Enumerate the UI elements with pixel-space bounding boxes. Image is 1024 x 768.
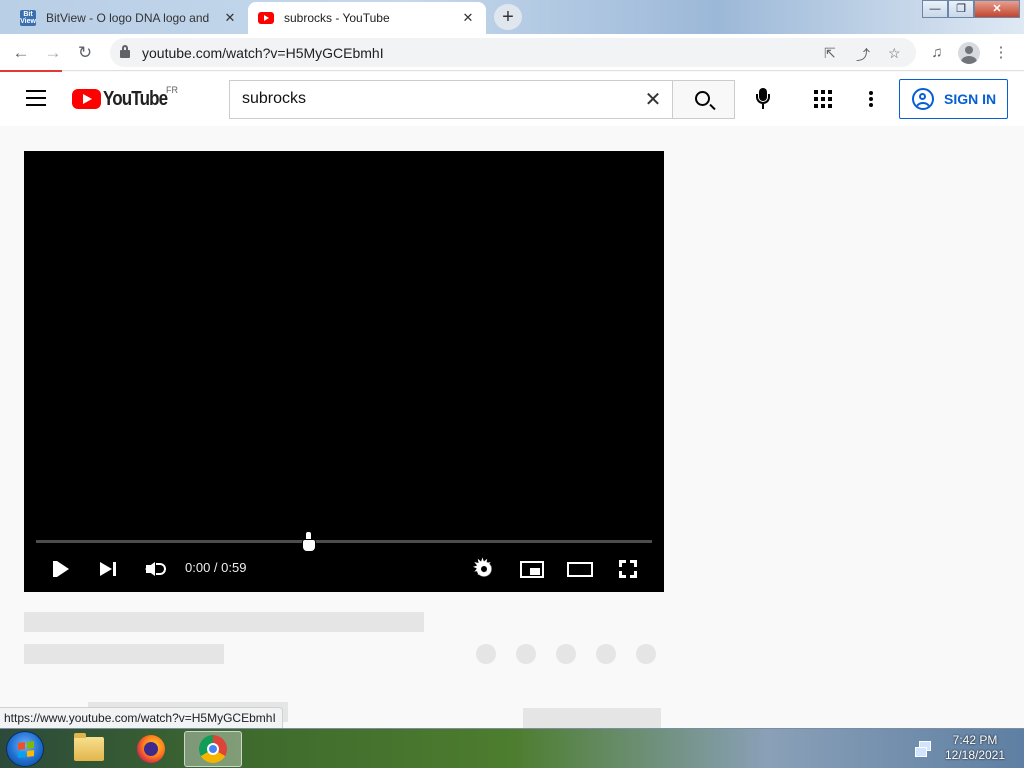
video-progress-bar[interactable] [36, 540, 652, 543]
settings-menu-icon[interactable] [866, 89, 876, 109]
tab-youtube[interactable]: subrocks - YouTube ✕ [248, 2, 486, 34]
close-tab-icon[interactable]: ✕ [222, 10, 238, 26]
search-input[interactable] [242, 90, 632, 108]
share-icon[interactable]: ⤴ [856, 45, 870, 65]
windows-logo-icon [18, 741, 34, 758]
action-skeleton [596, 644, 616, 664]
network-icon[interactable] [914, 739, 932, 757]
open-in-app-icon[interactable]: ⇱ [824, 45, 836, 62]
restore-button[interactable]: ❐ [948, 0, 974, 18]
search-box: ✕ [229, 80, 672, 119]
forward-arrow-icon[interactable]: → [40, 40, 66, 66]
folder-icon [74, 733, 104, 761]
taskbar-firefox[interactable] [122, 731, 180, 767]
browser-toolbar: ← → ↻ youtube.com/watch?v=H5MyGCEbmhI ⇱ … [0, 34, 1024, 71]
bitview-favicon: Bit View [20, 10, 36, 26]
start-button[interactable] [6, 731, 44, 767]
account-icon [912, 88, 934, 110]
lock-icon[interactable] [120, 45, 130, 58]
bookmark-star-icon[interactable]: ☆ [888, 45, 901, 62]
youtube-masthead: YouTube FR ✕ SIGN IN [0, 72, 1024, 126]
reload-icon[interactable]: ↻ [72, 40, 98, 66]
miniplayer-icon[interactable] [518, 555, 546, 583]
link-status-bubble: https://www.youtube.com/watch?v=H5MyGCEb… [0, 707, 283, 728]
theater-mode-icon[interactable] [566, 555, 594, 583]
media-queue-icon[interactable]: ♫ [924, 40, 950, 66]
metadata-skeleton [24, 644, 224, 664]
close-tab-icon[interactable]: ✕ [460, 10, 476, 26]
youtube-favicon [258, 10, 274, 26]
window-controls: — ❐ ✕ [922, 0, 1020, 20]
tab-title: BitView - O logo DNA logo and [46, 11, 210, 25]
youtube-play-icon [72, 89, 101, 109]
action-skeleton [476, 644, 496, 664]
tab-title: subrocks - YouTube [284, 11, 390, 25]
search-button[interactable] [672, 80, 735, 119]
browser-tab-strip: Bit View BitView - O logo DNA logo and ✕… [0, 0, 1024, 34]
clock-date: 12/18/2021 [944, 748, 1006, 762]
close-window-button[interactable]: ✕ [974, 0, 1020, 18]
hamburger-menu-icon[interactable] [26, 90, 46, 106]
country-code: FR [166, 85, 178, 95]
next-video-icon[interactable] [94, 555, 122, 583]
windows-taskbar: 7:42 PM 12/18/2021 [0, 728, 1024, 768]
subscribe-skeleton [523, 708, 661, 728]
profile-avatar[interactable] [956, 40, 982, 66]
search-icon [695, 91, 710, 106]
system-clock[interactable]: 7:42 PM 12/18/2021 [940, 733, 1010, 763]
new-tab-button[interactable]: + [494, 4, 522, 30]
tab-bitview[interactable]: Bit View BitView - O logo DNA logo and ✕ [10, 2, 248, 34]
clock-time: 7:42 PM [952, 733, 998, 747]
fullscreen-icon[interactable] [614, 555, 642, 583]
youtube-wordmark: YouTube [103, 87, 168, 110]
time-display: 0:00 / 0:59 [185, 560, 247, 575]
hand-cursor-icon [302, 531, 316, 552]
taskbar-explorer[interactable] [60, 731, 118, 767]
play-icon[interactable] [48, 555, 76, 583]
action-skeleton [516, 644, 536, 664]
microphone-icon[interactable] [750, 86, 776, 112]
action-skeleton [636, 644, 656, 664]
sign-in-button[interactable]: SIGN IN [899, 79, 1008, 119]
address-url[interactable]: youtube.com/watch?v=H5MyGCEbmhI [142, 45, 384, 61]
chrome-icon [199, 735, 227, 763]
clear-search-icon[interactable]: ✕ [640, 87, 666, 113]
volume-icon[interactable] [142, 555, 170, 583]
youtube-logo[interactable]: YouTube [72, 87, 179, 111]
video-player[interactable]: 0:00 / 0:59 [24, 151, 664, 592]
sign-in-label: SIGN IN [944, 91, 997, 107]
browser-menu-icon[interactable]: ⋮ [988, 40, 1014, 66]
firefox-icon [137, 735, 165, 763]
address-bar[interactable]: youtube.com/watch?v=H5MyGCEbmhI ⇱ ⤴ ☆ [110, 38, 916, 67]
title-skeleton [24, 612, 424, 632]
apps-grid-icon[interactable] [814, 90, 832, 108]
player-controls: 0:00 / 0:59 [24, 551, 664, 587]
action-skeleton [556, 644, 576, 664]
back-arrow-icon[interactable]: ← [8, 40, 34, 66]
minimize-button[interactable]: — [922, 0, 948, 18]
settings-gear-icon[interactable] [470, 554, 498, 583]
taskbar-chrome[interactable] [184, 731, 242, 767]
